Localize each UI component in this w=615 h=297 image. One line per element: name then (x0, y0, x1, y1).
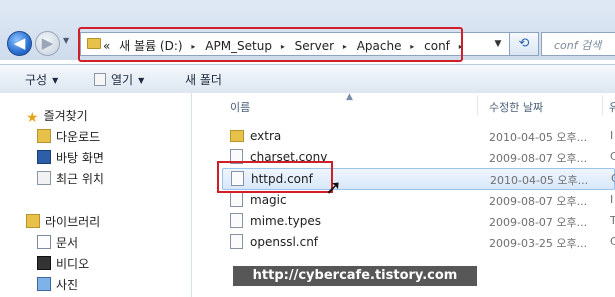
mouse-cursor-icon: ➚ (325, 175, 342, 199)
file-name: extra (250, 129, 282, 143)
sidebar-item-label: 다운로드 (56, 130, 101, 144)
column-divider[interactable] (602, 95, 603, 115)
file-date: 2010-04-05 오후... (490, 174, 589, 187)
watermark: http://cybercafe.tistory.com (233, 266, 477, 286)
column-header-name[interactable]: 이름 (230, 99, 250, 123)
sidebar-item-downloads[interactable]: 다운로드 (37, 128, 100, 145)
open-button[interactable]: 열기 ▼ (94, 71, 144, 88)
navigation-pane: ★ 즐겨찾기 다운로드 바탕 화면 최근 위치 라이브러리 문서 비디오 사진 (0, 93, 192, 297)
file-date: 2009-08-07 오후... (489, 195, 588, 208)
back-button[interactable]: ◀ (7, 31, 32, 56)
file-type: C (610, 150, 615, 163)
file-type: I (610, 129, 614, 142)
file-row-extra[interactable]: extra 2010-04-05 오후... I (222, 126, 615, 145)
file-row-mime-types[interactable]: mime.types 2009-08-07 오후... T (222, 211, 615, 230)
open-icon (94, 73, 106, 86)
column-header-modified[interactable]: 수정한 날짜 (489, 99, 543, 123)
file-type: I (610, 193, 614, 206)
desktop-icon (37, 150, 51, 164)
sidebar-item-recent-places[interactable]: 최근 위치 (37, 170, 104, 187)
file-date: 2009-03-25 오후... (489, 237, 588, 250)
recent-pages-dropdown[interactable]: ▼ (63, 36, 69, 45)
address-bar-row: ◀ ▶ ▼ « 새 볼륨 (D:) ▸ APM_Setup ▸ Server ▸… (0, 0, 615, 62)
column-header-type[interactable]: 유 (609, 99, 615, 123)
refresh-button[interactable]: ⟲ (509, 32, 539, 56)
file-row-openssl-cnf[interactable]: openssl.cnf 2009-03-25 오후... C (222, 232, 615, 251)
sidebar-item-desktop[interactable]: 바탕 화면 (37, 149, 104, 166)
selection-highlight-box (217, 161, 333, 193)
file-type: T (610, 214, 615, 227)
new-folder-button[interactable]: 새 폴더 (185, 71, 222, 88)
sidebar-item-label: 즐겨찾기 (43, 109, 88, 123)
file-date: 2010-04-05 오후... (489, 131, 588, 144)
sidebar-item-label: 최근 위치 (56, 172, 104, 186)
address-dropdown-button[interactable]: ▼ (492, 36, 504, 52)
sidebar-item-label: 바탕 화면 (56, 151, 104, 165)
file-type: C (611, 172, 615, 185)
sort-ascending-icon: ▲ (346, 92, 353, 102)
sidebar-item-label: 사진 (56, 278, 79, 292)
sidebar-item-label: 문서 (56, 236, 79, 250)
recent-places-icon (37, 171, 51, 185)
sidebar-item-label: 비디오 (56, 257, 90, 271)
address-highlight-box (78, 27, 463, 62)
file-name: openssl.cnf (250, 235, 319, 249)
file-icon (230, 213, 243, 228)
sidebar-item-label: 라이브러리 (45, 215, 101, 229)
downloads-folder-icon (37, 129, 51, 143)
videos-icon (37, 256, 51, 270)
organize-label: 구성 (25, 73, 48, 87)
library-icon (26, 214, 40, 228)
sidebar-libraries[interactable]: 라이브러리 (26, 213, 100, 230)
organize-button[interactable]: 구성 ▼ (25, 71, 58, 88)
forward-button[interactable]: ▶ (35, 31, 60, 56)
column-divider[interactable] (477, 95, 478, 115)
sidebar-item-documents[interactable]: 문서 (37, 234, 78, 251)
file-name: mime.types (250, 214, 321, 228)
file-name: magic (250, 193, 287, 207)
open-label: 열기 (111, 73, 134, 87)
documents-icon (37, 235, 51, 249)
sidebar-item-pictures[interactable]: 사진 (37, 276, 78, 293)
star-icon: ★ (26, 110, 39, 126)
search-input[interactable]: conf 검색 (541, 32, 615, 56)
file-icon (230, 192, 243, 207)
sidebar-item-videos[interactable]: 비디오 (37, 255, 89, 272)
file-date: 2009-08-07 오후... (489, 152, 588, 165)
chevron-down-icon: ▼ (52, 76, 59, 85)
command-toolbar: 구성 ▼ 열기 ▼ 새 폴더 (0, 64, 615, 94)
sidebar-favorites[interactable]: ★ 즐겨찾기 (26, 107, 88, 125)
file-icon (230, 234, 243, 249)
folder-icon (230, 130, 244, 142)
chevron-down-icon: ▼ (138, 76, 145, 85)
file-date: 2009-08-07 오후... (489, 216, 588, 229)
pictures-icon (37, 277, 51, 291)
file-type: C (610, 235, 615, 248)
